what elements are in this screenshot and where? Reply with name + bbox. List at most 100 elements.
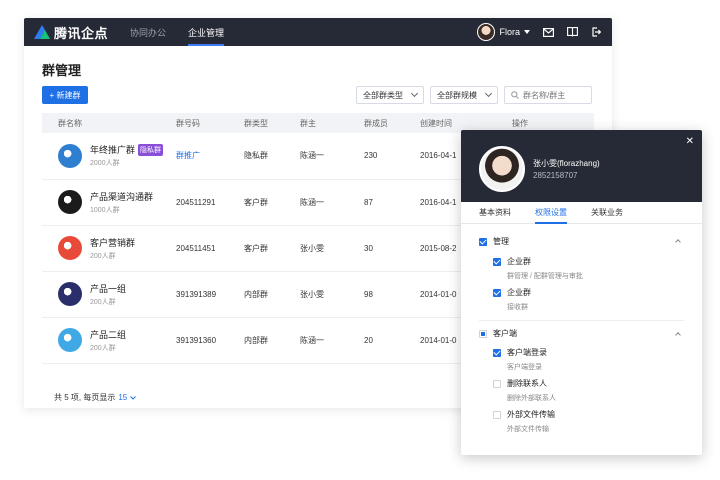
group-info: 产品二组 200人群 (90, 328, 126, 353)
checkbox-delete-contact[interactable] (493, 379, 501, 388)
group-cell: 产品二组 200人群 (58, 328, 168, 353)
member-avatar (479, 146, 525, 192)
search-icon (511, 91, 519, 99)
option-delete-contact[interactable]: 删除联系人 删除外部联系人 (493, 378, 556, 403)
mail-icon[interactable] (542, 26, 554, 38)
option-enterprise-group-1[interactable]: 企业群 群管理 / 配群管理与审批 (493, 256, 583, 281)
group-name-line: 产品二组 (90, 328, 126, 341)
group-avatar (58, 190, 82, 214)
member-drawer: 张小雯(florazhang) 2852158707 ✕ 基本资料 权限设置 关… (461, 130, 702, 455)
user-avatar (477, 23, 496, 41)
option-file-transfer[interactable]: 外部文件传输 外部文件传输 (493, 409, 555, 434)
user-menu[interactable]: Flora (477, 23, 530, 41)
group-cell: 产品渠道沟通群 1000人群 (58, 190, 168, 215)
cell-owner: 张小雯 (296, 271, 360, 318)
group-name[interactable]: 产品一组 (90, 282, 126, 295)
cell-owner: 陈涵一 (296, 133, 360, 180)
chevron-down-icon (410, 89, 419, 98)
tab-related[interactable]: 关联业务 (591, 207, 623, 223)
group-scale-select[interactable]: 全部群规模 (430, 86, 498, 104)
section-manage[interactable]: 管理 (479, 236, 509, 247)
cell-type: 客户群 (240, 225, 296, 272)
new-group-button[interactable]: + 新建群 (42, 86, 88, 104)
group-info: 年终推广群 隐私群 2000人群 (90, 143, 164, 168)
cell-members: 30 (360, 225, 416, 272)
option-desc: 接收群 (507, 304, 528, 311)
cell-name: 年终推广群 隐私群 2000人群 (42, 133, 172, 180)
group-type-value: 全部群类型 (363, 90, 403, 100)
logo[interactable]: 腾讯企点 (34, 23, 108, 42)
group-name-line: 产品一组 (90, 282, 126, 295)
cell-owner: 陈涵一 (296, 317, 360, 364)
col-header-type: 群类型 (240, 113, 296, 133)
group-type-select[interactable]: 全部群类型 (356, 86, 424, 104)
chevron-down-icon (484, 89, 493, 98)
search-box[interactable] (504, 86, 592, 104)
col-header-members: 群成员 (360, 113, 416, 133)
chevron-up-icon[interactable] (675, 239, 681, 245)
group-name[interactable]: 客户营销群 (90, 236, 135, 249)
checkbox-enterprise-group-1[interactable] (493, 257, 501, 266)
group-number: 391391389 (176, 289, 217, 299)
cell-number: 391391389 (172, 271, 240, 318)
option-enterprise-group-2[interactable]: 企业群 接收群 (493, 287, 531, 312)
section-client-label: 客户端 (493, 329, 517, 338)
group-name[interactable]: 产品二组 (90, 328, 126, 341)
logo-text: 腾讯企点 (54, 25, 109, 41)
top-bar: 腾讯企点 协同办公 企业管理 Flora (24, 18, 612, 46)
group-number[interactable]: 群推广 (176, 151, 200, 160)
page-size-select[interactable]: 15 (118, 393, 127, 402)
cell-number: 204511451 (172, 225, 240, 272)
option-label: 删除联系人 (507, 379, 547, 388)
col-header-owner: 群主 (296, 113, 360, 133)
checkbox-enterprise-group-2[interactable] (493, 288, 501, 297)
logout-icon[interactable] (590, 26, 602, 38)
group-number: 204511291 (176, 197, 216, 207)
section-client[interactable]: 客户端 (479, 328, 517, 339)
member-name: 张小雯(florazhang) (533, 159, 600, 168)
group-avatar (58, 328, 82, 352)
section-divider (479, 320, 684, 321)
nav-collab[interactable]: 协同办公 (130, 18, 166, 46)
option-desc: 外部文件传输 (507, 426, 549, 433)
chevron-up-icon[interactable] (675, 332, 681, 338)
group-cell: 产品一组 200人群 (58, 282, 168, 307)
nav-enterprise[interactable]: 企业管理 (188, 18, 225, 46)
drawer-tabs: 基本资料 权限设置 关联业务 (461, 202, 702, 224)
option-label: 企业群 (507, 257, 531, 266)
cell-type: 内部群 (240, 317, 296, 364)
checkbox-file-transfer[interactable] (493, 410, 501, 419)
chevron-down-icon (524, 30, 530, 34)
group-name-line: 客户营销群 (90, 236, 135, 249)
user-name: Flora (499, 27, 520, 37)
checkbox-client-login[interactable] (493, 348, 501, 357)
checkbox-client[interactable] (479, 329, 487, 338)
page-title: 群管理 (42, 63, 82, 78)
cell-type: 隐私群 (240, 133, 296, 180)
group-avatar (58, 282, 82, 306)
option-label: 客户端登录 (507, 348, 547, 357)
cell-number: 群推广 (172, 133, 240, 180)
book-icon[interactable] (566, 26, 578, 38)
member-number: 2852158707 (533, 171, 578, 180)
cell-owner: 陈涵一 (296, 179, 360, 226)
cell-number: 391391360 (172, 317, 240, 364)
group-name[interactable]: 年终推广群 (90, 143, 135, 156)
search-input[interactable] (523, 90, 583, 100)
tab-basic[interactable]: 基本资料 (479, 207, 511, 223)
close-icon[interactable]: ✕ (686, 136, 694, 147)
cell-type: 客户群 (240, 179, 296, 226)
pagination-footer: 共 5 项, 每页显示 15 (54, 392, 137, 403)
group-name[interactable]: 产品渠道沟通群 (90, 190, 153, 203)
group-cell: 年终推广群 隐私群 2000人群 (58, 143, 168, 168)
group-size: 1000人群 (90, 206, 120, 214)
privacy-tag: 隐私群 (138, 143, 164, 156)
tab-permissions[interactable]: 权限设置 (535, 207, 567, 224)
chevron-down-icon[interactable] (130, 395, 137, 400)
group-info: 客户营销群 200人群 (90, 236, 135, 261)
cell-owner: 张小雯 (296, 225, 360, 272)
cell-members: 98 (360, 271, 416, 318)
group-size: 2000人群 (90, 160, 120, 168)
checkbox-manage[interactable] (479, 237, 487, 246)
option-client-login[interactable]: 客户端登录 客户端登录 (493, 347, 547, 372)
